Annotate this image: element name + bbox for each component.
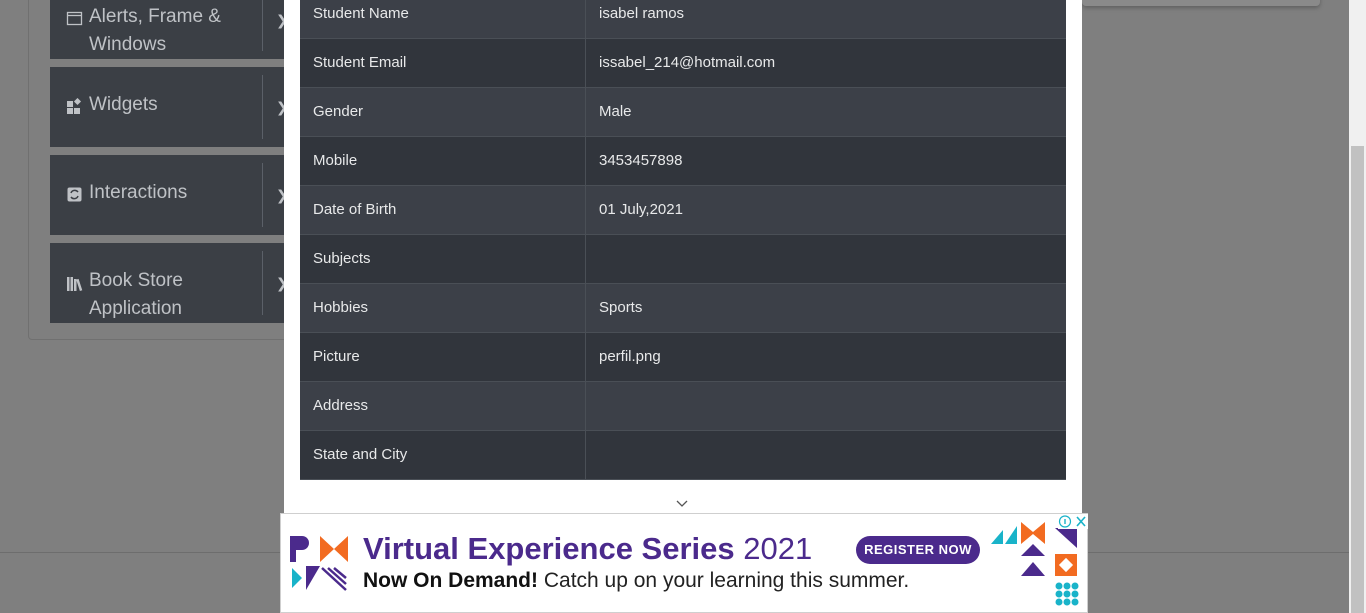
scrollbar-thumb[interactable] xyxy=(1351,146,1364,613)
row-value xyxy=(586,431,1066,479)
row-label: Picture xyxy=(300,333,586,381)
widgets-icon xyxy=(67,98,82,114)
ad-decorative-shapes-icon xyxy=(991,522,1079,606)
interactions-icon xyxy=(67,187,82,202)
table-row: Gender Male xyxy=(300,88,1066,137)
row-label: Hobbies xyxy=(300,284,586,332)
row-label: Date of Birth xyxy=(300,186,586,234)
divider xyxy=(262,163,263,227)
sidebar-group-book-store[interactable]: Book Store Application ❯ xyxy=(50,243,288,323)
row-value: perfil.png xyxy=(599,348,661,365)
sidebar-group-label: Book Store Application xyxy=(89,270,183,319)
ad-subline-bold: Now On Demand! xyxy=(363,569,539,592)
table-row: Mobile 3453457898 xyxy=(300,137,1066,186)
row-label: State and City xyxy=(300,431,586,479)
row-value xyxy=(586,235,1066,283)
table-row: Student Email issabel_214@hotmail.com xyxy=(300,39,1066,88)
pmi-logo-icon xyxy=(290,536,348,591)
sidebar-group-label: Widgets xyxy=(89,94,158,115)
ad-subline: Now On Demand! Catch up on your learning… xyxy=(363,569,909,593)
ad-year: 2021 xyxy=(743,531,813,566)
row-label: Address xyxy=(300,382,586,430)
table-row: Date of Birth 01 July,2021 xyxy=(300,186,1066,235)
window-icon xyxy=(66,11,83,26)
row-label: Gender xyxy=(300,88,586,136)
submission-modal: Student Name isabel ramos Student Email is… xyxy=(284,0,1082,513)
row-label: Student Name xyxy=(300,0,586,38)
divider xyxy=(262,251,263,315)
sidebar-group-label: Alerts, Frame & Windows xyxy=(89,6,221,55)
ad-headline: Virtual Experience Series 2021 xyxy=(363,531,812,567)
row-label: Mobile xyxy=(300,137,586,185)
row-value: issabel_214@hotmail.com xyxy=(599,54,776,71)
background-card xyxy=(1082,0,1320,6)
submission-table: Student Name isabel ramos Student Email is… xyxy=(300,0,1066,480)
sidebar-group-interactions[interactable]: Interactions ❯ xyxy=(50,155,288,235)
row-value: Sports xyxy=(599,299,643,316)
advertisement-banner[interactable]: Virtual Experience Series 2021 REGISTER … xyxy=(280,513,1088,613)
sidebar-group-widgets[interactable]: Widgets ❯ xyxy=(50,67,288,147)
table-row: Subjects xyxy=(300,235,1066,284)
table-row: Hobbies Sports xyxy=(300,284,1066,333)
row-value: 3453457898 xyxy=(599,152,683,169)
row-value xyxy=(586,382,1066,430)
books-icon xyxy=(67,277,83,292)
table-row: Student Name isabel ramos xyxy=(300,0,1066,39)
row-value: 01 July,2021 xyxy=(599,201,683,218)
register-now-button[interactable]: REGISTER NOW xyxy=(856,536,980,564)
table-row: Address xyxy=(300,382,1066,431)
scroll-down-chevron-icon[interactable] xyxy=(676,497,688,509)
divider xyxy=(262,0,263,51)
row-label: Subjects xyxy=(300,235,586,283)
divider xyxy=(262,75,263,139)
row-value: Male xyxy=(599,103,632,120)
sidebar-group-alerts-frame-windows[interactable]: Alerts, Frame & Windows ❯ xyxy=(50,0,288,59)
row-label: Student Email xyxy=(300,39,586,87)
table-row: Picture perfil.png xyxy=(300,333,1066,382)
ad-subline-rest: Catch up on your learning this summer. xyxy=(543,569,910,592)
table-row: State and City xyxy=(300,431,1066,480)
ad-info-close-controls[interactable] xyxy=(1058,514,1088,529)
sidebar-group-label: Interactions xyxy=(89,182,188,203)
row-value: isabel ramos xyxy=(599,5,685,22)
ad-headline-text: Virtual Experience Series xyxy=(363,531,735,566)
